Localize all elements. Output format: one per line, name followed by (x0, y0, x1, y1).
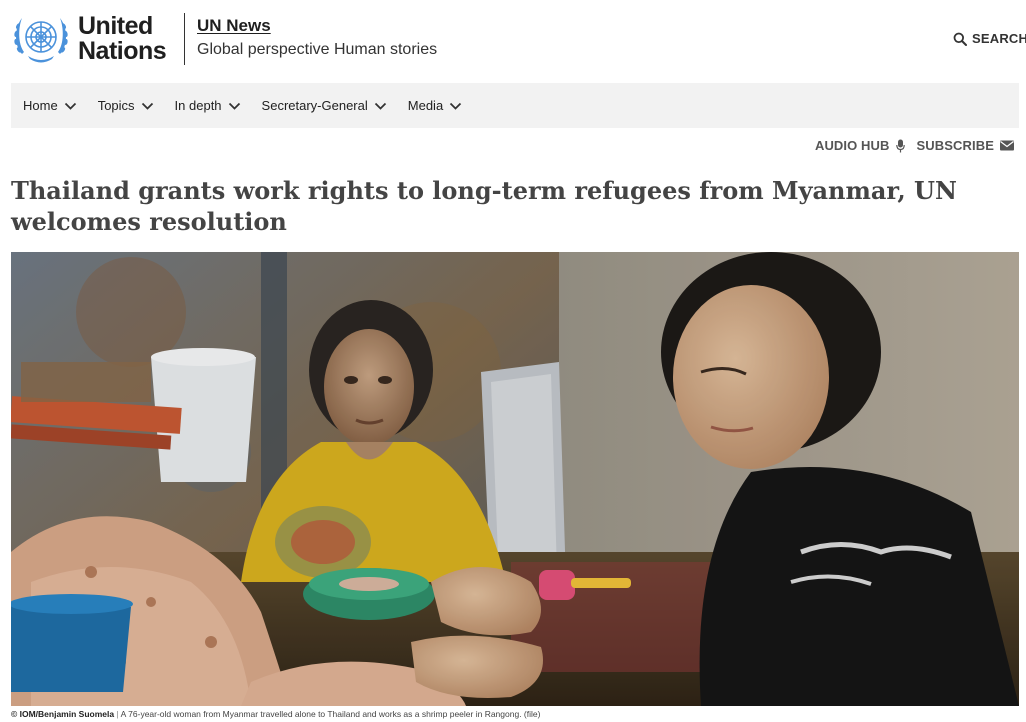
logo-line-1: United (78, 12, 153, 40)
caption-text: A 76-year-old woman from Myanmar travell… (120, 709, 541, 719)
nav-item-label: Home (23, 98, 58, 113)
article-hero-image (11, 252, 1019, 706)
chevron-down-icon (141, 102, 153, 110)
site-tagline: Global perspective Human stories (197, 41, 438, 58)
search-icon (953, 32, 967, 46)
nav-item-home[interactable]: Home (23, 98, 77, 113)
chevron-down-icon (374, 102, 386, 110)
main-nav: Home Topics In depth Secretary-General M… (11, 83, 1019, 128)
un-emblem-icon (14, 18, 68, 63)
nav-item-in-depth[interactable]: In depth (175, 98, 241, 113)
microphone-icon (895, 139, 905, 152)
caption-separator: | (116, 709, 119, 719)
utility-links: AUDIO HUB SUBSCRIBE (815, 138, 1014, 153)
logo-line-2: Nations (78, 37, 167, 65)
header-divider (184, 13, 185, 65)
chevron-down-icon (228, 102, 240, 110)
envelope-icon (1000, 140, 1014, 151)
audio-hub-label: AUDIO HUB (814, 138, 890, 153)
audio-hub-link[interactable]: AUDIO HUB (815, 138, 905, 153)
chevron-down-icon (450, 102, 462, 110)
image-credit: © IOM/Benjamin Suomela (11, 709, 115, 719)
article-headline: Thailand grants work rights to long-term… (11, 176, 957, 236)
nav-item-secretary-general[interactable]: Secretary-General (262, 98, 387, 113)
site-header: United Nations UN News Global perspectiv… (0, 0, 1026, 80)
image-caption: © IOM/Benjamin Suomela | A 76-year-old w… (11, 709, 540, 719)
nav-item-label: Secretary-General (261, 98, 368, 113)
un-logo[interactable]: United Nations (10, 12, 167, 66)
chevron-down-icon (64, 102, 76, 110)
nav-item-label: Topics (97, 98, 135, 113)
site-name-link[interactable]: UN News (197, 16, 271, 36)
nav-item-label: In depth (174, 98, 222, 113)
nav-item-media[interactable]: Media (408, 98, 462, 113)
nav-item-label: Media (407, 98, 444, 113)
nav-item-topics[interactable]: Topics (98, 98, 154, 113)
search-button[interactable]: SEARCH (953, 31, 1026, 46)
subscribe-label: SUBSCRIBE (916, 138, 994, 153)
search-label: SEARCH (972, 31, 1026, 46)
subscribe-link[interactable]: SUBSCRIBE (917, 138, 1014, 153)
logo-wordmark: United Nations (78, 12, 167, 65)
